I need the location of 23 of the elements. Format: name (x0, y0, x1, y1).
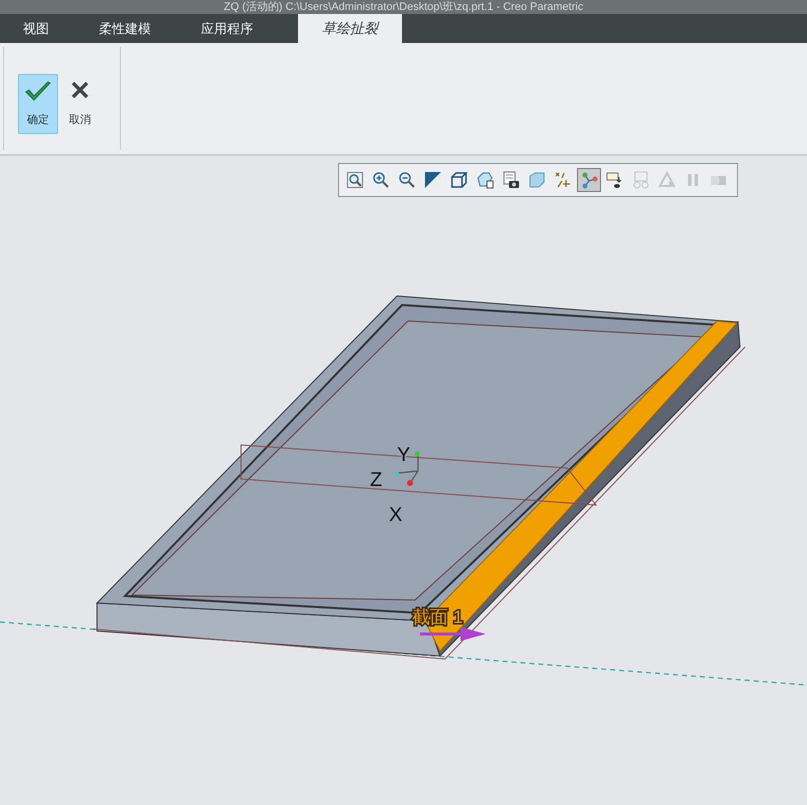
ribbon-tab[interactable]: 草绘扯裂 (298, 14, 402, 43)
cancel-button[interactable]: 取消 (60, 74, 100, 134)
zoom-in-icon (372, 171, 390, 189)
nodes-icon (580, 171, 598, 189)
ribbon-tab[interactable]: 视图 (2, 14, 70, 43)
datum-icon (554, 171, 572, 189)
display-style-icon (528, 171, 546, 189)
x-axis-label: X (389, 504, 402, 526)
views-icon (476, 171, 494, 189)
ribbon-tab[interactable]: 柔性建模 (78, 14, 172, 43)
ribbon-tab[interactable]: 应用程序 (180, 14, 274, 43)
refit-icon (346, 171, 364, 189)
annotation-icon (606, 171, 624, 189)
triangle-icon (658, 171, 676, 189)
glasses-icon (632, 171, 650, 189)
window-title: ZQ (活动的) C:\Users\Administrator\Desktop\班\zq.prt.1 - Creo Parametric (224, 1, 584, 13)
cube-icon (450, 171, 468, 189)
z-axis-label: Z (370, 469, 382, 491)
ok-button[interactable]: 确定 (18, 74, 58, 134)
zoom-out-icon (398, 171, 416, 189)
repaint-icon (424, 171, 442, 189)
close-icon (70, 80, 90, 100)
camera-icon (502, 171, 520, 189)
